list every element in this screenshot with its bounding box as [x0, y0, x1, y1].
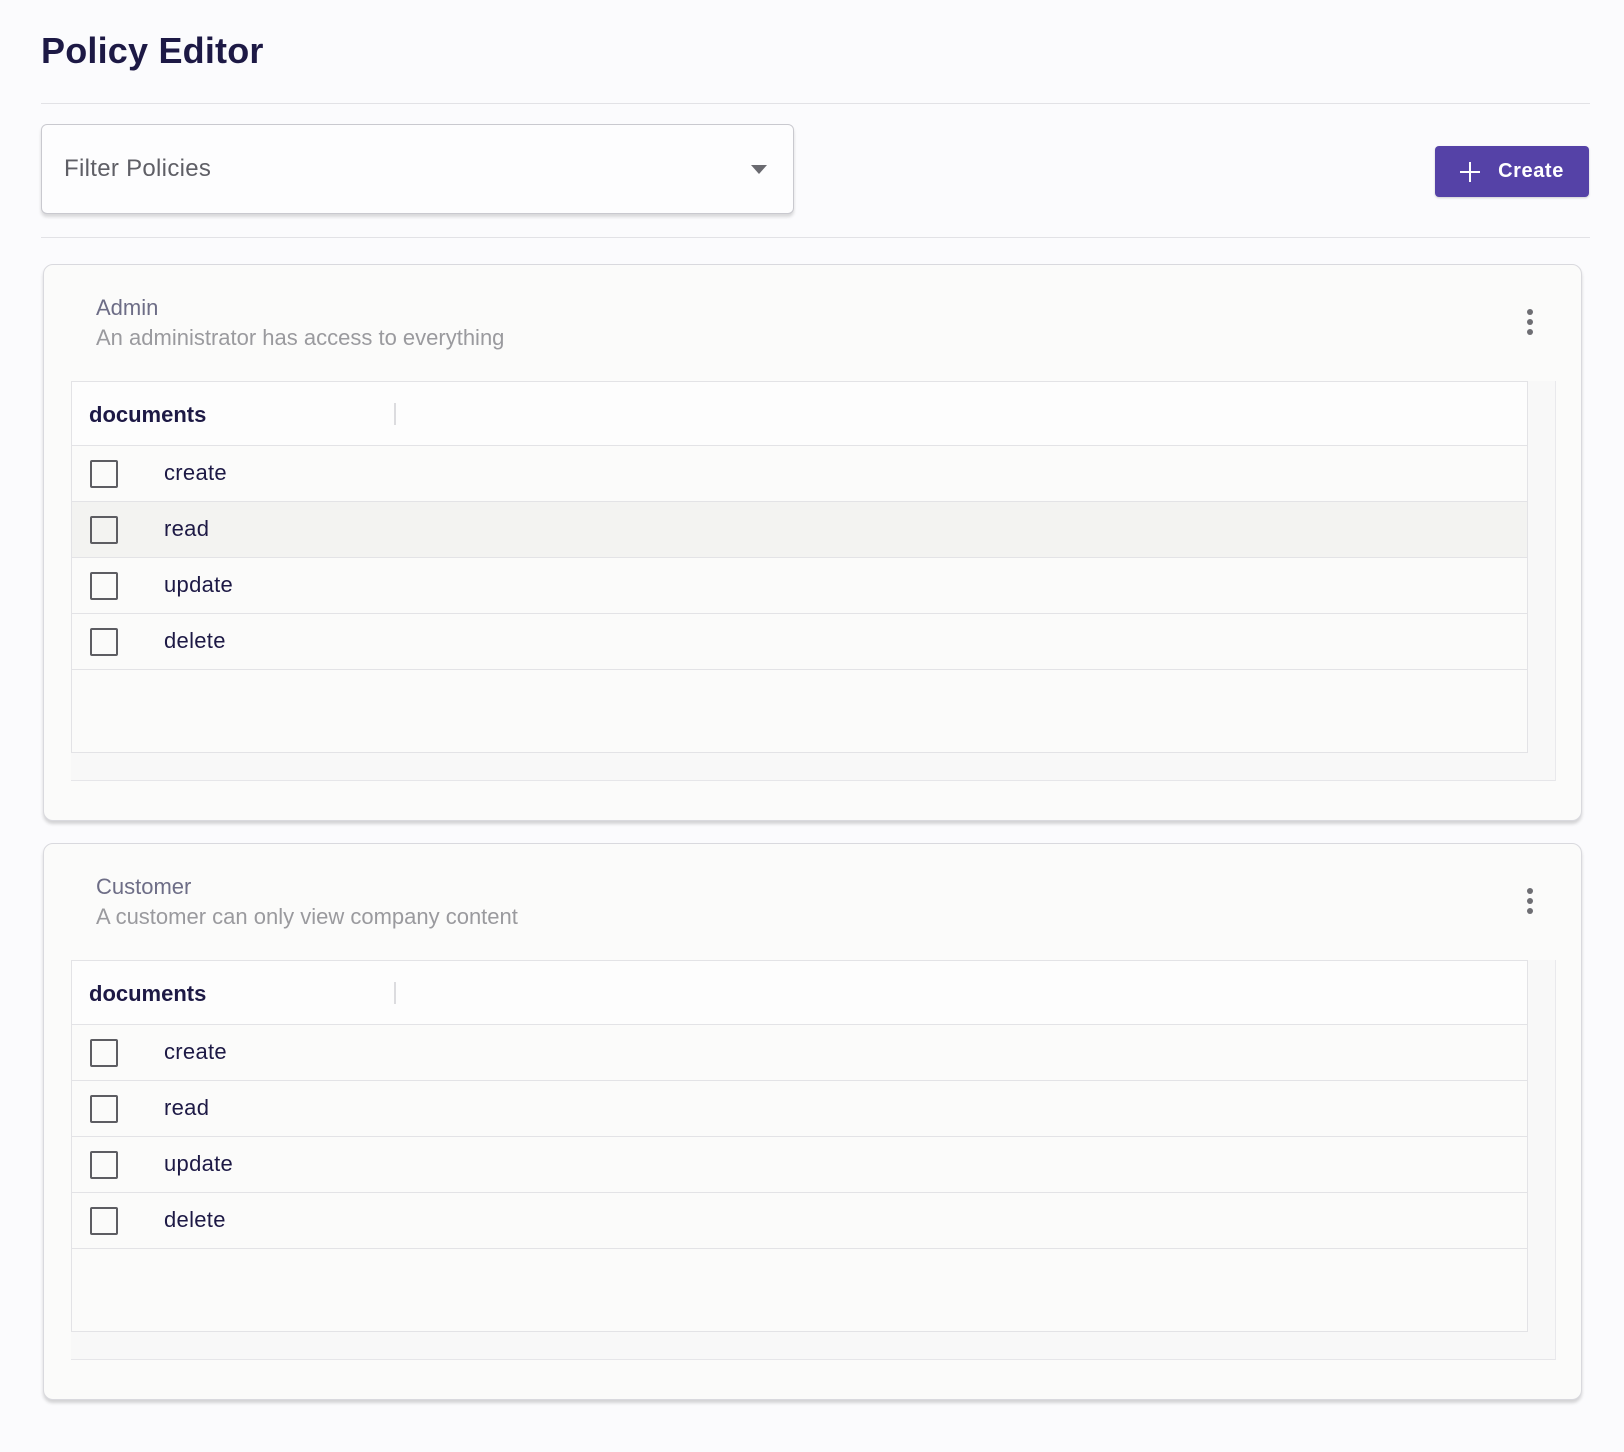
policy-name: Admin — [96, 295, 159, 320]
permission-checkbox[interactable] — [90, 460, 118, 488]
permission-label: update — [164, 1151, 234, 1176]
permissions-grid: documents create read update delete — [71, 960, 1528, 1332]
filter-policies-select[interactable]: Filter Policies — [41, 124, 794, 214]
permission-row-read[interactable]: read — [72, 502, 1527, 558]
permissions-grid: documents create read update delete — [71, 381, 1528, 753]
permission-checkbox[interactable] — [90, 628, 118, 656]
permission-row-update[interactable]: update — [72, 558, 1527, 614]
permission-row-read[interactable]: read — [72, 1081, 1527, 1137]
create-button[interactable]: Create — [1435, 146, 1589, 197]
permissions-grid-container[interactable]: documents create read update delete — [71, 381, 1556, 781]
permission-label: delete — [164, 1207, 226, 1232]
policy-description: An administrator has access to everythin… — [96, 325, 505, 350]
more-vert-icon[interactable] — [1526, 888, 1534, 916]
permissions-grid-container[interactable]: documents create read update delete — [71, 960, 1556, 1360]
plus-icon — [1460, 161, 1481, 182]
column-resize-handle[interactable] — [394, 403, 396, 425]
permission-label: read — [164, 516, 210, 541]
permission-checkbox[interactable] — [90, 572, 118, 600]
permission-checkbox[interactable] — [90, 1095, 118, 1123]
create-button-label: Create — [1498, 160, 1564, 182]
permission-label: create — [164, 460, 227, 485]
permission-label: create — [164, 1039, 227, 1064]
page-title: Policy Editor — [41, 30, 264, 71]
resource-column-header: documents — [89, 402, 207, 427]
grid-header: documents — [72, 382, 1527, 446]
policy-description: A customer can only view company content — [96, 904, 518, 929]
policy-card-admin: Admin An administrator has access to eve… — [43, 264, 1582, 821]
more-vert-icon[interactable] — [1526, 309, 1534, 337]
policy-card-customer: Customer A customer can only view compan… — [43, 843, 1582, 1400]
grid-rows: create read update delete — [72, 1025, 1527, 1249]
policy-editor-page: Policy Editor Filter Policies Create Adm… — [0, 0, 1624, 1452]
permission-checkbox[interactable] — [90, 1207, 118, 1235]
permission-row-delete[interactable]: delete — [72, 1193, 1527, 1249]
permission-label: read — [164, 1095, 210, 1120]
caret-down-icon — [751, 165, 767, 174]
permission-label: delete — [164, 628, 226, 653]
header-divider — [41, 103, 1590, 104]
permission-label: update — [164, 572, 234, 597]
permission-row-update[interactable]: update — [72, 1137, 1527, 1193]
permission-checkbox[interactable] — [90, 516, 118, 544]
toolbar-divider — [41, 237, 1590, 238]
resource-column-header: documents — [89, 981, 207, 1006]
permission-row-create[interactable]: create — [72, 1025, 1527, 1081]
permission-row-create[interactable]: create — [72, 446, 1527, 502]
permission-checkbox[interactable] — [90, 1039, 118, 1067]
permission-row-delete[interactable]: delete — [72, 614, 1527, 670]
grid-header: documents — [72, 961, 1527, 1025]
column-resize-handle[interactable] — [394, 982, 396, 1004]
grid-rows: create read update delete — [72, 446, 1527, 670]
permission-checkbox[interactable] — [90, 1151, 118, 1179]
policy-name: Customer — [96, 874, 192, 899]
filter-policies-label: Filter Policies — [64, 155, 212, 182]
